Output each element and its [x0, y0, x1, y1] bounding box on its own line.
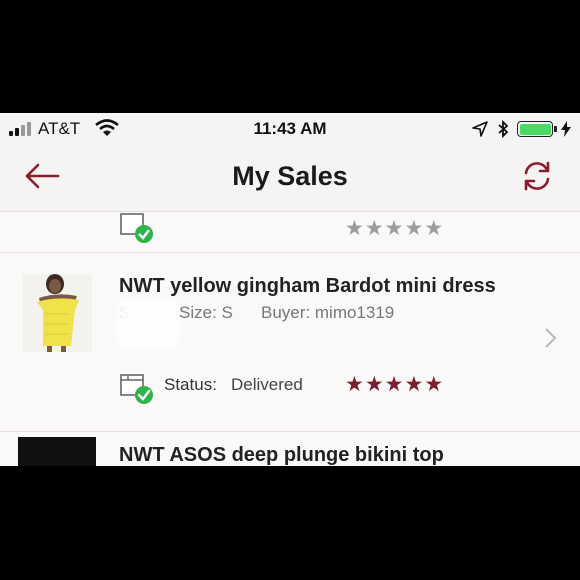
product-title: NWT ASOS deep plunge bikini top	[119, 444, 444, 466]
rating-stars: ★★★★★	[345, 374, 444, 396]
size-info: Size: S	[179, 303, 233, 322]
status-value: Delivered	[231, 375, 303, 394]
star-icon: ★	[345, 373, 364, 396]
chevron-right-icon[interactable]	[544, 327, 558, 349]
battery-icon	[517, 121, 557, 137]
list-item[interactable]: NWT yellow gingham Bardot mini dress $ S…	[0, 253, 580, 432]
navigation-bar: My Sales	[0, 143, 580, 212]
redacted-price	[118, 301, 178, 347]
star-icon: ★	[384, 373, 404, 396]
phone-screen: AT&T 11:43 AM My Sales ★★★★★ NWT yellow …	[0, 113, 580, 466]
rating-stars: ★★★★★	[345, 217, 444, 240]
status-bar: AT&T 11:43 AM	[0, 113, 580, 143]
page-title: My Sales	[232, 161, 348, 191]
star-icon: ★	[404, 373, 424, 396]
product-thumbnail	[23, 274, 92, 352]
location-arrow-icon	[472, 121, 488, 137]
package-delivered-icon	[120, 374, 153, 404]
status-label: Status:	[164, 375, 217, 394]
sales-list: ★★★★★ NWT yellow gingham Bardot mini dre…	[0, 212, 580, 466]
buyer-info: Buyer: mimo1319	[261, 303, 395, 322]
bluetooth-icon	[498, 120, 509, 138]
buyer-username: mimo1319	[314, 303, 395, 322]
list-item[interactable]: ★★★★★	[0, 212, 580, 253]
clock: 11:43 AM	[253, 119, 327, 138]
charging-bolt-icon	[561, 121, 571, 137]
size-value: S	[221, 303, 233, 322]
refresh-icon[interactable]	[518, 159, 556, 193]
product-thumbnail	[18, 437, 96, 466]
list-item[interactable]: NWT ASOS deep plunge bikini top	[0, 433, 580, 466]
star-icon: ★	[424, 373, 444, 396]
star-icon: ★	[364, 373, 384, 396]
product-title: NWT yellow gingham Bardot mini dress	[119, 275, 496, 297]
package-delivered-icon	[120, 213, 153, 243]
